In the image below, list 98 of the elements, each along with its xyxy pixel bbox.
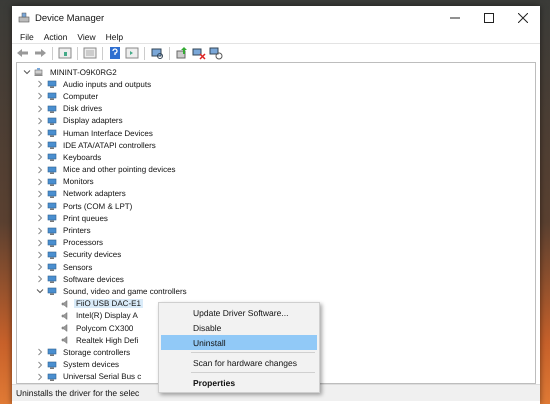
tree-item[interactable]: Monitors	[61, 177, 96, 186]
device-icon	[47, 140, 57, 150]
device-icon	[47, 104, 57, 114]
speaker-icon	[60, 323, 70, 334]
expand-chevron-icon[interactable]	[36, 178, 44, 186]
device-icon	[47, 116, 57, 126]
device-icon	[47, 274, 57, 284]
context-menu-item[interactable]: Scan for hardware changes	[161, 355, 317, 370]
expand-chevron-icon[interactable]	[36, 275, 44, 284]
status-text: Uninstalls the driver for the selec	[16, 388, 140, 398]
expand-chevron-icon[interactable]	[36, 80, 44, 88]
speaker-icon	[60, 298, 70, 309]
tree-item[interactable]: Human Interface Devices	[61, 128, 155, 138]
context-menu-item[interactable]: Properties	[161, 375, 317, 390]
tree-item[interactable]: Realtek High Defi	[74, 336, 140, 345]
context-menu-item[interactable]: Update Driver Software...	[161, 305, 317, 320]
remove-device-icon[interactable]	[192, 46, 206, 60]
tree-item[interactable]: Processors	[61, 238, 106, 248]
tree-item[interactable]: FiiO USB DAC-E1	[74, 299, 143, 308]
list-icon[interactable]	[83, 46, 97, 60]
device-icon	[47, 79, 57, 90]
expand-chevron-icon[interactable]	[36, 104, 44, 113]
expand-chevron-icon[interactable]	[36, 190, 44, 198]
expand-chevron-icon[interactable]	[36, 250, 44, 259]
expand-chevron-icon[interactable]	[36, 263, 44, 272]
collapse-chevron-icon[interactable]	[23, 68, 31, 76]
expand-chevron-icon[interactable]	[36, 360, 44, 369]
speaker-icon	[60, 335, 70, 346]
expand-chevron-icon[interactable]	[36, 166, 44, 174]
window-title: Device Manager	[35, 12, 106, 24]
tree-item[interactable]: MININT-O9K0RG2	[48, 68, 119, 77]
device-icon	[47, 372, 57, 382]
menu-item[interactable]: Action	[40, 32, 72, 42]
back-arrow-icon[interactable]	[16, 46, 30, 60]
tree-item[interactable]: Security devices	[61, 250, 124, 260]
expand-chevron-icon[interactable]	[36, 372, 44, 381]
device-icon	[47, 91, 57, 102]
tree-item[interactable]: Sensors	[61, 262, 94, 272]
tree-item[interactable]: Audio inputs and outputs	[61, 80, 154, 89]
panel-icon[interactable]	[125, 46, 139, 60]
app-icon	[18, 12, 30, 24]
expand-chevron-icon[interactable]	[36, 348, 44, 356]
speaker-icon	[60, 310, 70, 321]
device-icon	[47, 188, 57, 199]
menu-item[interactable]: Help	[102, 32, 128, 42]
tree-item[interactable]: Sound, video and game controllers	[61, 286, 189, 296]
device-icon	[47, 238, 57, 248]
tree-item[interactable]: Universal Serial Bus c	[61, 372, 144, 382]
arrow-up-icon[interactable]	[175, 46, 189, 60]
tree-item[interactable]: Intel(R) Display A	[74, 311, 140, 320]
device-icon	[47, 262, 57, 272]
tree-item[interactable]: Disk drives	[61, 104, 104, 114]
tree-item[interactable]: Network adapters	[61, 189, 128, 198]
tree-item[interactable]: Storage controllers	[61, 348, 132, 357]
device-icon	[47, 176, 57, 187]
device-icon	[47, 360, 57, 370]
context-menu-item[interactable]: Uninstall	[161, 335, 317, 350]
device-icon	[47, 128, 57, 138]
context-menu-item[interactable]: Disable	[161, 320, 317, 335]
tree-item[interactable]: Polycom CX300	[74, 324, 136, 333]
expand-chevron-icon[interactable]	[36, 141, 44, 150]
device-icon	[47, 201, 57, 212]
expand-chevron-icon[interactable]	[36, 214, 44, 222]
forward-arrow-icon[interactable]	[33, 46, 47, 60]
tree-item[interactable]: Printers	[61, 226, 93, 236]
maximize-icon	[484, 13, 494, 23]
tree-item[interactable]: Display adapters	[61, 116, 125, 126]
expand-chevron-icon[interactable]	[36, 202, 44, 210]
tree-item[interactable]: Keyboards	[61, 152, 104, 162]
close-icon	[518, 13, 528, 23]
tree-item[interactable]: Mice and other pointing devices	[61, 165, 178, 174]
panel-icon[interactable]	[58, 46, 72, 60]
menu-item[interactable]: File	[16, 32, 38, 42]
expand-chevron-icon[interactable]	[36, 153, 44, 162]
device-icon	[47, 226, 57, 236]
computer-icon	[34, 67, 44, 78]
device-icon	[47, 286, 57, 296]
device-icon	[47, 164, 57, 175]
monitor-scan-icon[interactable]	[150, 46, 164, 60]
device-icon	[47, 347, 57, 358]
expand-chevron-icon[interactable]	[36, 129, 44, 138]
help-icon[interactable]	[108, 46, 122, 60]
tree-item[interactable]: Ports (COM & LPT)	[61, 202, 134, 211]
tree-item[interactable]: Print queues	[61, 214, 110, 223]
tree-item[interactable]: System devices	[61, 360, 122, 370]
device-icon	[47, 152, 57, 162]
device-icon	[47, 213, 57, 224]
tree-item[interactable]: Software devices	[61, 274, 126, 284]
device-refresh-icon[interactable]	[209, 46, 223, 60]
tree-item[interactable]: IDE ATA/ATAPI controllers	[61, 140, 158, 150]
expand-chevron-icon[interactable]	[36, 116, 44, 125]
expand-chevron-icon[interactable]	[36, 226, 44, 235]
expand-chevron-icon[interactable]	[36, 238, 44, 247]
tree-item[interactable]: Computer	[61, 92, 100, 101]
menu-item[interactable]: View	[73, 32, 100, 42]
device-icon	[47, 250, 57, 260]
expand-chevron-icon[interactable]	[36, 92, 44, 100]
collapse-chevron-icon[interactable]	[36, 287, 44, 296]
